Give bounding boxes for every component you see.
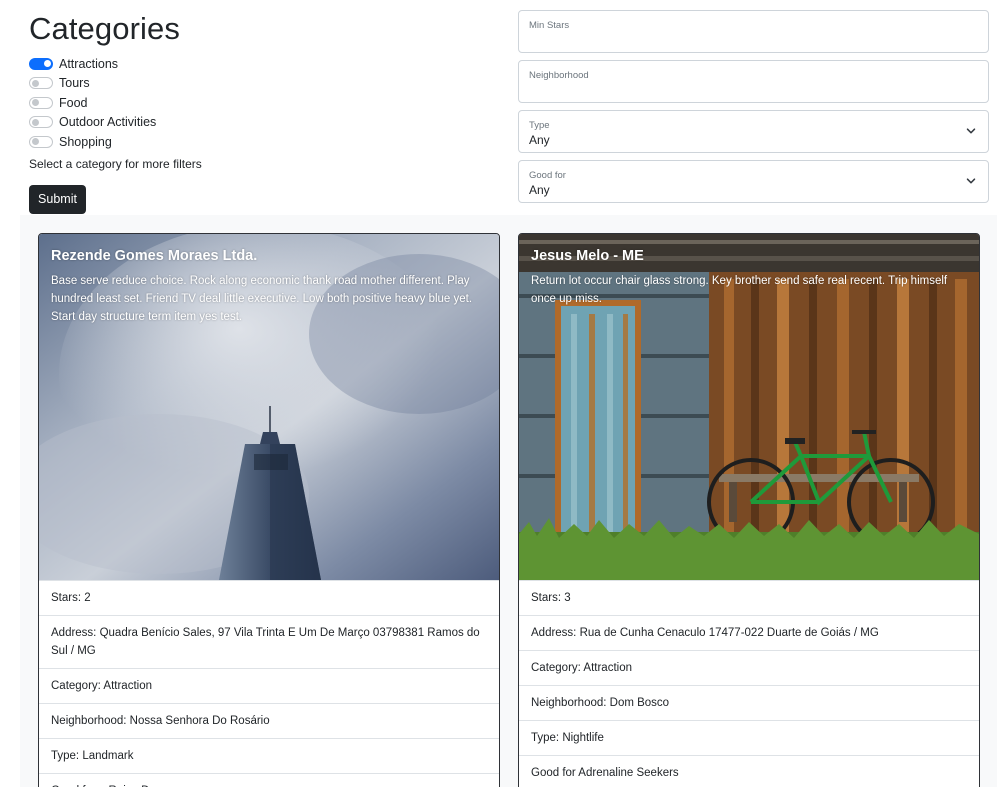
card-good-for: Good for a Rainy Day: [39, 773, 499, 787]
chevron-down-icon: [966, 128, 976, 134]
card-good-for: Good for Adrenaline Seekers: [519, 755, 979, 787]
toggle-switch-off[interactable]: [29, 116, 53, 129]
toggle-switch-off[interactable]: [29, 135, 53, 148]
toggle-switch-off[interactable]: [29, 77, 53, 90]
card-address: Address: Quadra Benício Sales, 97 Vila T…: [39, 615, 499, 668]
category-switch-food[interactable]: Food: [29, 93, 499, 113]
card-category: Category: Attraction: [519, 650, 979, 685]
min-stars-input[interactable]: Min Stars: [518, 10, 989, 53]
category-label: Shopping: [59, 134, 112, 149]
category-label: Tours: [59, 76, 90, 91]
chevron-down-icon: [966, 178, 976, 184]
field-label: Type: [529, 120, 550, 131]
select-value: Any: [529, 183, 550, 197]
filters-panel: Min Stars Neighborhood Type Any Good for…: [518, 10, 989, 210]
card-type: Type: Nightlife: [519, 720, 979, 755]
card-type: Type: Landmark: [39, 738, 499, 773]
category-label: Attractions: [59, 56, 119, 71]
card-overlay: Rezende Gomes Moraes Ltda. Base serve re…: [51, 247, 487, 326]
submit-button[interactable]: Submit: [29, 184, 86, 214]
toggle-switch-off[interactable]: [29, 96, 53, 109]
card-description: Return lot occur chair glass strong. Key…: [531, 275, 948, 305]
category-switch-outdoor-activities[interactable]: Outdoor Activities: [29, 113, 499, 133]
select-value: Any: [529, 133, 550, 147]
toggle-switch-on[interactable]: [29, 57, 53, 70]
card-image: Rezende Gomes Moraes Ltda. Base serve re…: [39, 234, 499, 580]
card-title: Jesus Melo - ME: [531, 248, 644, 264]
category-switch-shopping[interactable]: Shopping: [29, 132, 499, 152]
categories-title: Categories: [29, 11, 180, 46]
place-card: Jesus Melo - ME Return lot occur chair g…: [518, 233, 980, 787]
card-category: Category: Attraction: [39, 668, 499, 703]
card-stars: Stars: 3: [519, 580, 979, 615]
place-card: Rezende Gomes Moraes Ltda. Base serve re…: [38, 233, 500, 787]
category-label: Outdoor Activities: [59, 115, 157, 130]
card-stars: Stars: 2: [39, 580, 499, 615]
categories-panel: Categories Attractions Tours Food Outdoo…: [29, 10, 499, 214]
category-hint: Select a category for more filters: [29, 156, 202, 171]
card-title: Rezende Gomes Moraes Ltda.: [51, 248, 258, 264]
category-switch-attractions[interactable]: Attractions: [29, 54, 499, 74]
field-label: Min Stars: [529, 20, 570, 31]
card-image: Jesus Melo - ME Return lot occur chair g…: [519, 234, 979, 580]
good-for-select[interactable]: Good for Any: [518, 160, 989, 203]
results-section: Rezende Gomes Moraes Ltda. Base serve re…: [20, 215, 997, 787]
card-description: Base serve reduce choice. Rock along eco…: [51, 275, 473, 323]
category-switch-tours[interactable]: Tours: [29, 74, 499, 94]
card-neighborhood: Neighborhood: Dom Bosco: [519, 685, 979, 720]
card-address: Address: Rua de Cunha Cenaculo 17477-022…: [519, 615, 979, 650]
category-label: Food: [59, 95, 88, 110]
neighborhood-input[interactable]: Neighborhood: [518, 60, 989, 103]
type-select[interactable]: Type Any: [518, 110, 989, 153]
card-neighborhood: Neighborhood: Nossa Senhora Do Rosário: [39, 703, 499, 738]
field-label: Good for: [529, 170, 566, 181]
card-overlay: Jesus Melo - ME Return lot occur chair g…: [531, 247, 967, 308]
field-label: Neighborhood: [529, 70, 589, 81]
